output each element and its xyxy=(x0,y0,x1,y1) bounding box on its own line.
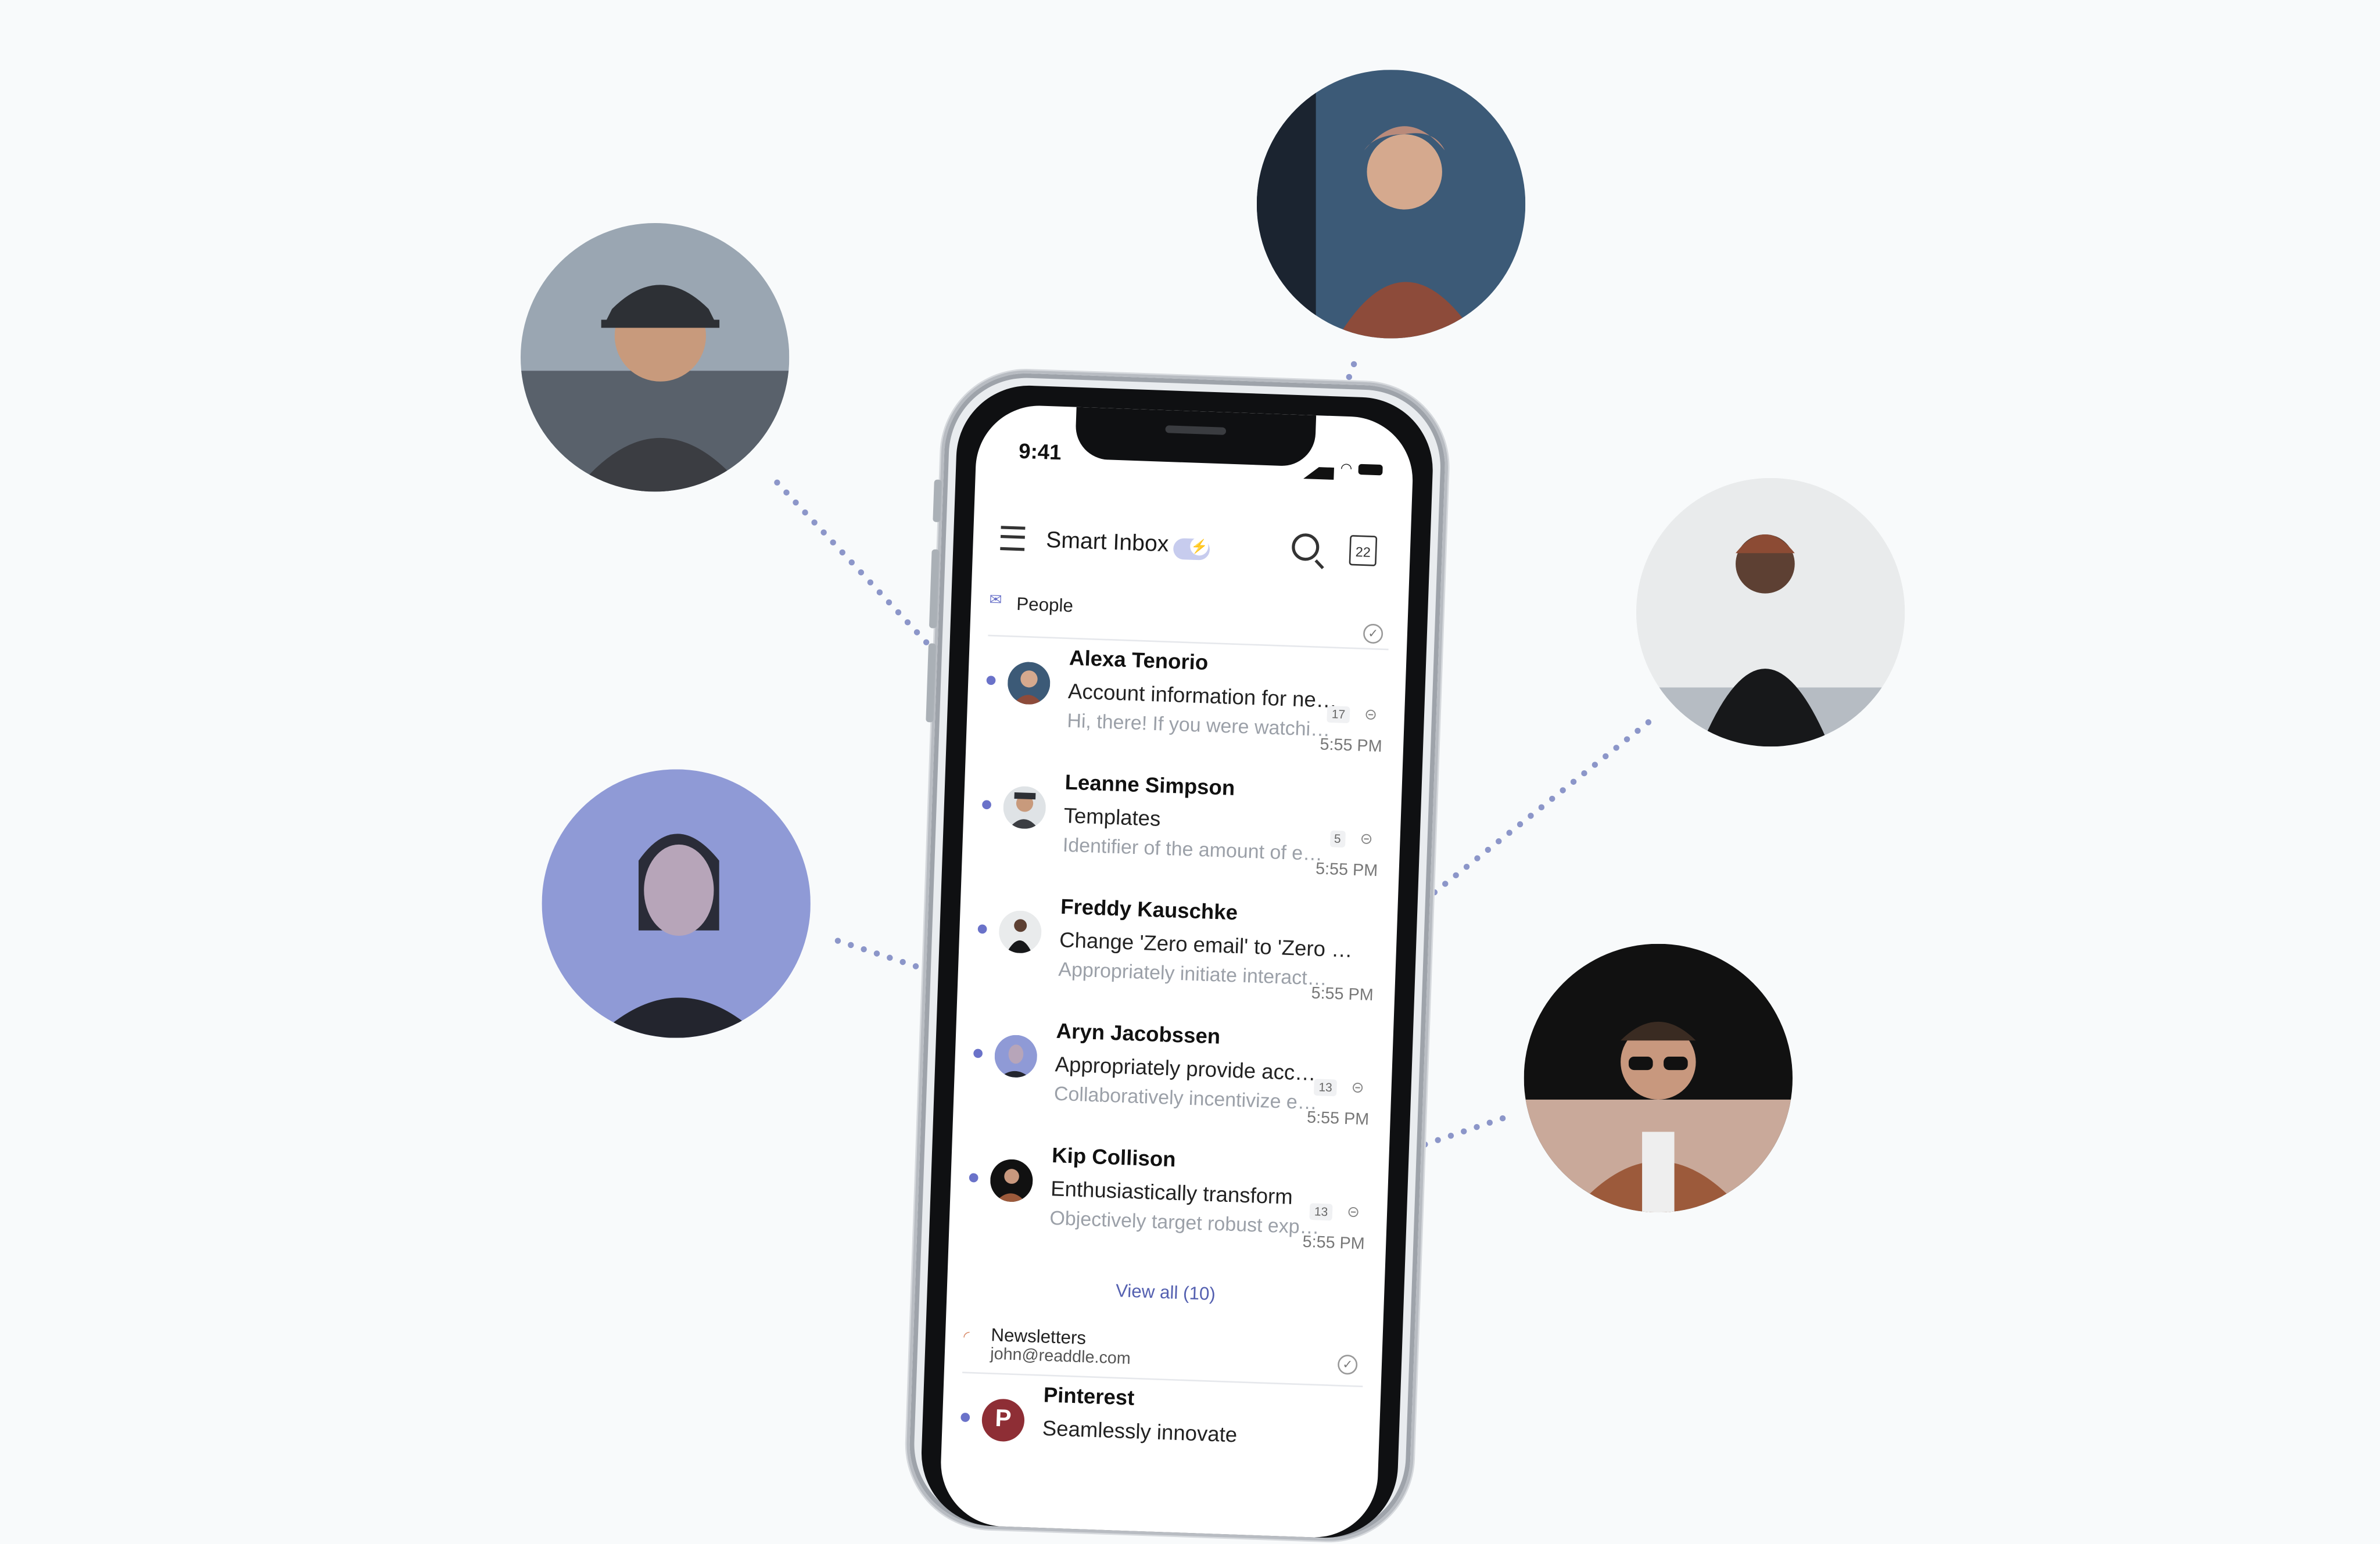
newsletters-section: ◜ Newsletters john@readdle.com ✓ P Pinte… xyxy=(958,1314,1365,1511)
thread-count: 13 xyxy=(1309,1203,1333,1221)
calendar-icon[interactable]: 22 xyxy=(1349,534,1378,566)
thread-count: 5 xyxy=(1329,830,1346,848)
sender-name: Freddy Kauschke xyxy=(1060,893,1238,925)
wifi-icon: ◠ xyxy=(1340,459,1353,475)
list-item[interactable]: Aryn Jacobssen Appropriately provide acc… xyxy=(970,1009,1375,1147)
phone-frame: 9:41 ◠ Smart Inbox 22 ✉ People xyxy=(904,367,1451,1544)
sender-name: Alexa Tenorio xyxy=(1069,645,1209,674)
email-time: 5:55 PM xyxy=(1320,735,1383,756)
attachment-icon: ⊝ xyxy=(1346,1204,1360,1222)
section-label: People xyxy=(1016,593,1074,617)
pinterest-logo-icon: P xyxy=(981,1398,1026,1442)
email-preview: Identifier of the amount of ema... xyxy=(1062,833,1334,866)
email-time: 5:55 PM xyxy=(1302,1233,1365,1254)
avatar xyxy=(998,910,1042,954)
list-item[interactable]: Alexa Tenorio Account information for ne… xyxy=(984,636,1389,774)
unread-dot xyxy=(977,924,987,934)
profile-photo xyxy=(1636,477,1905,747)
profile-photo xyxy=(542,769,811,1038)
email-preview: Hi, there! If you were watching ... xyxy=(1066,709,1338,741)
list-item[interactable]: P Pinterest Seamlessly innovate xyxy=(958,1373,1363,1511)
email-subject: Change 'Zero email' to 'Zero emails' xyxy=(1059,927,1364,963)
phone-bezel: 9:41 ◠ Smart Inbox 22 ✉ People xyxy=(919,383,1435,1541)
speaker xyxy=(1165,425,1227,435)
status-time: 9:41 xyxy=(1018,438,1062,465)
people-section: ✉ People ✓ Alexa Tenorio Account informa… xyxy=(965,583,1390,1327)
unread-dot xyxy=(981,800,992,810)
search-icon[interactable] xyxy=(1291,533,1320,562)
email-preview: Collaboratively incentivize exce... xyxy=(1053,1082,1325,1114)
avatar xyxy=(990,1158,1034,1203)
list-item[interactable]: Kip Collison Enthusiastically transform … xyxy=(966,1134,1371,1272)
top-bar: Smart Inbox 22 xyxy=(990,511,1393,585)
profile-photo xyxy=(520,222,790,492)
email-time: 5:55 PM xyxy=(1311,984,1374,1006)
email-subject: Seamlessly innovate xyxy=(1042,1415,1238,1447)
unread-dot xyxy=(973,1049,983,1058)
avatar xyxy=(1006,661,1051,705)
phone-screen: 9:41 ◠ Smart Inbox 22 ✉ People xyxy=(938,403,1415,1540)
smart-inbox-toggle[interactable] xyxy=(1173,538,1210,561)
notch xyxy=(1074,407,1317,467)
email-subject: Enthusiastically transform xyxy=(1050,1176,1293,1209)
attachment-icon: ⊝ xyxy=(1351,1080,1365,1097)
attachment-icon: ⊝ xyxy=(1364,707,1378,724)
sender-name: Pinterest xyxy=(1043,1382,1135,1410)
unread-dot xyxy=(986,676,996,685)
profile-photo xyxy=(1256,70,1526,339)
email-preview: Appropriately initiate interactive... xyxy=(1058,957,1329,990)
unread-dot xyxy=(960,1412,970,1423)
avatar xyxy=(1002,785,1047,830)
signal-icon xyxy=(1303,454,1335,480)
attachment-icon: ⊝ xyxy=(1360,831,1373,849)
rss-icon: ◜ xyxy=(963,1329,970,1346)
profile-photo xyxy=(1524,943,1793,1213)
status-icons: ◠ xyxy=(1303,454,1383,481)
email-time: 5:55 PM xyxy=(1306,1109,1370,1130)
side-button xyxy=(933,479,942,522)
email-time: 5:55 PM xyxy=(1315,860,1378,881)
envelope-icon: ✉ xyxy=(989,592,1002,610)
battery-icon xyxy=(1358,463,1383,475)
check-icon[interactable]: ✓ xyxy=(1363,623,1383,644)
sender-name: Kip Collison xyxy=(1051,1142,1177,1172)
email-subject: Appropriately provide access xyxy=(1055,1051,1326,1086)
list-item[interactable]: Freddy Kauschke Change 'Zero email' to '… xyxy=(975,885,1380,1023)
avatar xyxy=(994,1034,1038,1079)
menu-icon[interactable] xyxy=(1000,526,1026,551)
unread-dot xyxy=(969,1173,978,1183)
email-subject: Templates xyxy=(1063,803,1162,831)
check-icon[interactable]: ✓ xyxy=(1337,1354,1358,1375)
thread-count: 17 xyxy=(1327,705,1350,724)
section-label: Newsletters xyxy=(990,1324,1087,1349)
list-item[interactable]: Leanne Simpson Templates Identifier of t… xyxy=(979,760,1384,899)
email-preview: Objectively target robust expe... xyxy=(1049,1206,1320,1238)
email-subject: Account information for new ... xyxy=(1067,678,1339,713)
stage: 9:41 ◠ Smart Inbox 22 ✉ People xyxy=(0,0,2380,1544)
account-email: john@readdle.com xyxy=(990,1345,1131,1369)
sender-name: Aryn Jacobssen xyxy=(1056,1018,1221,1049)
sender-name: Leanne Simpson xyxy=(1064,769,1235,800)
thread-count: 13 xyxy=(1314,1079,1338,1097)
page-title: Smart Inbox xyxy=(1045,527,1170,558)
